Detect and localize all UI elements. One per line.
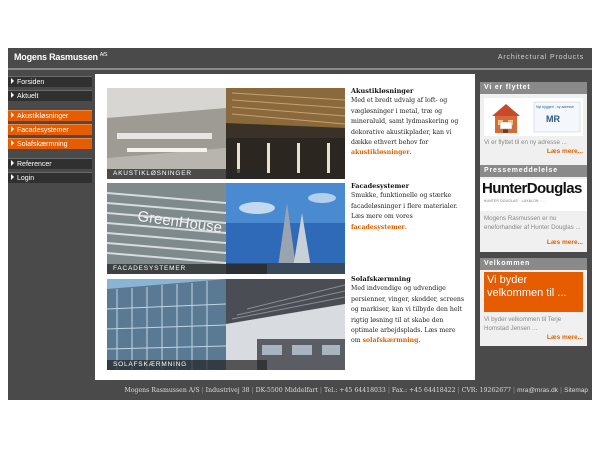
image-caption: FACADESYSTEMER: [107, 264, 267, 274]
nav-item-label: Solafskærmning: [17, 141, 68, 148]
box-text: Vi byder velkommen til Terje Homstad Jen…: [484, 316, 562, 332]
arrow-right-icon: [11, 174, 14, 181]
arrow-right-icon: [11, 140, 14, 147]
sunshade-image[interactable]: SOLAFSKÆRMNING: [107, 279, 345, 370]
footer-sitemap-link[interactable]: Sitemap: [564, 387, 588, 394]
akustik-link[interactable]: akustikløsninger: [351, 149, 410, 156]
box-text: Mogens Rasmussen er nu eneforhandler af …: [484, 215, 581, 231]
footer: Mogens Rasmussen A/S | Industrivej 38 | DK-5…: [8, 384, 592, 398]
box-body: HunterDouglas HUNTER DOUGLAS · LUXALON ·…: [480, 177, 587, 252]
nav-item-akustiklosninger[interactable]: Akustikløsninger: [8, 110, 92, 121]
section-body: Smukke, funktionelle og stærke facadeløs…: [351, 192, 458, 210]
section-akustik: Akustikløsninger Med et bredt udvalg af …: [351, 86, 466, 159]
section-body: Med indvendige og udvendige persienner, …: [351, 285, 465, 345]
hunterdouglas-logo[interactable]: HunterDouglas HUNTER DOUGLAS · LUXALON ·…: [480, 179, 587, 211]
logo-text: Mogens Rasmussen: [14, 52, 98, 62]
acoustic-image[interactable]: AKUSTIKLØSNINGER: [107, 88, 345, 179]
arrow-right-icon: [11, 160, 14, 167]
box-title: Pressemeddelelse: [480, 165, 587, 177]
footer-cvr: CVR: 19262677: [461, 387, 512, 394]
page-frame: Mogens Rasmussen A/S Architectural Produc…: [8, 48, 592, 400]
nav-item-label: Akustikløsninger: [17, 113, 69, 120]
section-heading: Solafskærmning: [351, 275, 411, 283]
news-box-press: Pressemeddelelse HunterDouglas HUNTER DO…: [480, 165, 587, 252]
nav-item-facadesystemer[interactable]: Facadesystemer: [8, 124, 92, 135]
footer-divider: |: [251, 387, 254, 394]
box-text: Vi er flyttet til en ny adresse ...: [484, 139, 567, 146]
moved-image-text: Nyt byggeri - ny adresse: [536, 105, 574, 109]
moved-image[interactable]: Nyt byggeri - ny adresse MR: [484, 98, 583, 136]
footer-divider: |: [513, 387, 516, 394]
footer-fax: Fax.: +45 64418422: [391, 387, 456, 394]
image-caption: SOLAFSKÆRMNING: [107, 360, 267, 370]
section-facade: Facadesystemer Smukke, funktionelle og s…: [351, 181, 466, 233]
footer-phone: Tel.: +45 64418033: [324, 387, 386, 394]
section-body-2: Læs mere om vores: [351, 213, 413, 221]
arrow-right-icon: [11, 78, 14, 85]
main-content: AKUSTIKLØSNINGER Akustikløsninger Med et…: [95, 74, 475, 380]
link-suffix: .: [404, 223, 407, 231]
footer-contact: Mogens Rasmussen A/S | Industrivej 38 | DK-5…: [124, 387, 588, 394]
nav-item-aktuelt[interactable]: Aktuelt: [8, 90, 92, 101]
nav-item-login[interactable]: Login: [8, 172, 92, 183]
read-more-link[interactable]: Læs mere...: [547, 239, 587, 246]
footer-divider: |: [387, 387, 390, 394]
nav-item-label: Forsiden: [17, 79, 45, 86]
footer-address: Industrivej 38: [205, 387, 250, 394]
section-heading: Facadesystemer: [351, 182, 409, 190]
arrow-right-icon: [11, 92, 14, 99]
section-heading: Akustikløsninger: [351, 87, 414, 95]
image-caption: AKUSTIKLØSNINGER: [107, 169, 267, 179]
logo-suffix: A/S: [99, 52, 108, 58]
footer-divider: |: [201, 387, 204, 394]
solafskaermning-link[interactable]: solafskærmning: [363, 337, 419, 344]
company-logo[interactable]: Mogens Rasmussen A/S: [14, 52, 108, 62]
welcome-banner[interactable]: Vi byder velkommen til ...: [484, 272, 583, 312]
footer-divider: |: [457, 387, 460, 394]
box-body: Vi byder velkommen til ... Vi byder velk…: [480, 270, 587, 346]
nav-item-label: Facadesystemer: [17, 127, 69, 134]
arrow-right-icon: [11, 112, 14, 119]
footer-city: DK-5500 Middelfart: [255, 387, 318, 394]
section-body: Med et bredt udvalg af loft- og vægløsni…: [351, 97, 459, 147]
main-nav: Forsiden Aktuelt Akustikløsninger Facade…: [8, 76, 92, 186]
arrow-right-icon: [11, 126, 14, 133]
hunterdouglas-logo-sub: HUNTER DOUGLAS · LUXALON · ...: [484, 199, 546, 203]
news-box-moved: Vi er flyttet Nyt byggeri - ny adresse M…: [480, 82, 587, 165]
tagline: Architectural Products: [497, 54, 584, 61]
hunterdouglas-logo-text: HunterDouglas: [482, 180, 582, 197]
box-title: Vi er flyttet: [480, 82, 587, 94]
link-suffix: .: [409, 149, 412, 157]
nav-item-label: Referencer: [17, 161, 52, 168]
nav-item-referencer[interactable]: Referencer: [8, 158, 92, 169]
facade-link[interactable]: facadesystemer: [351, 224, 405, 231]
nav-item-label: Aktuelt: [17, 93, 39, 100]
nav-item-forsiden[interactable]: Forsiden: [8, 76, 92, 87]
footer-email-link[interactable]: mra@mras.dk: [517, 387, 558, 394]
footer-divider: |: [319, 387, 322, 394]
moved-image-logo: MR: [546, 114, 560, 124]
link-suffix: .: [418, 337, 421, 345]
section-solafskaermning: Solafskærmning Med indvendige og udvendi…: [351, 274, 466, 347]
read-more-link[interactable]: Læs mere...: [547, 148, 587, 155]
footer-company: Mogens Rasmussen A/S: [124, 387, 200, 394]
news-box-welcome: Velkommen Vi byder velkommen til ... Vi …: [480, 258, 587, 346]
nav-item-label: Login: [17, 175, 35, 182]
footer-divider: |: [560, 387, 563, 394]
box-body: Nyt byggeri - ny adresse MR Vi er flytte…: [480, 94, 587, 165]
header: Mogens Rasmussen A/S Architectural Produc…: [8, 48, 592, 68]
facade-image[interactable]: GreenHouse FACADESYSTEMER: [107, 183, 345, 274]
box-title: Velkommen: [480, 258, 587, 270]
header-divider: [8, 68, 592, 70]
nav-item-solafskaermning[interactable]: Solafskærmning: [8, 138, 92, 149]
read-more-link[interactable]: Læs mere...: [547, 334, 587, 341]
